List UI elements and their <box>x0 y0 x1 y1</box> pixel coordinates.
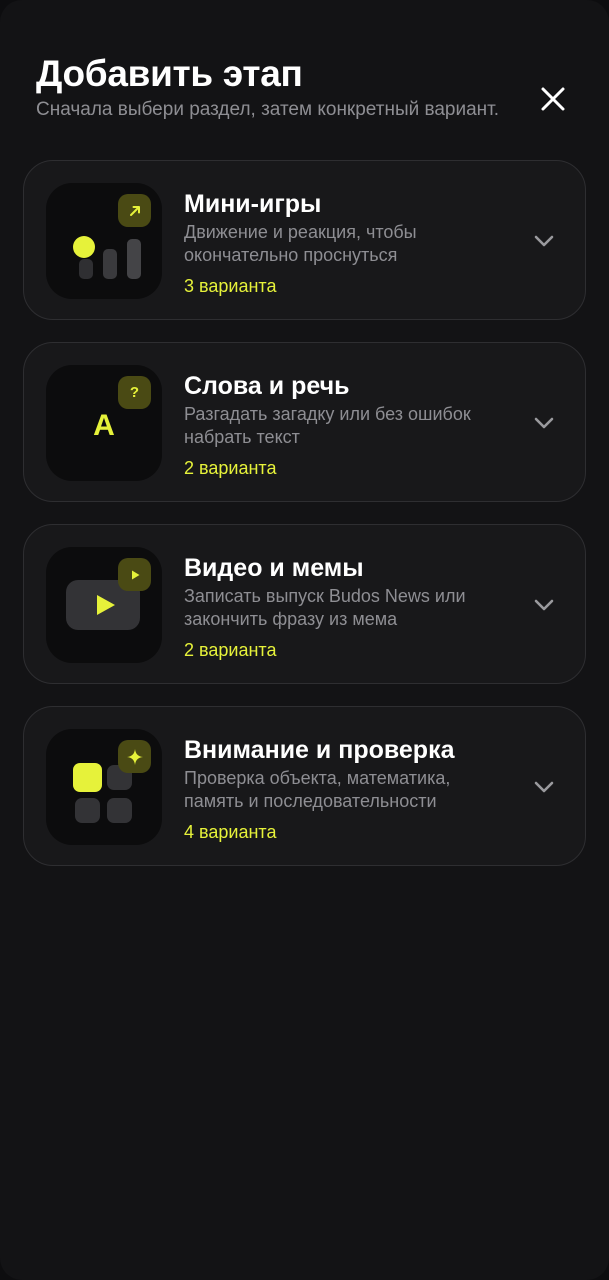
chevron-down-icon <box>534 599 554 611</box>
close-button[interactable] <box>532 78 574 120</box>
category-card-attention-check[interactable]: Внимание и проверка Проверка объекта, ма… <box>23 706 586 866</box>
badge <box>118 740 151 773</box>
badge <box>118 194 151 227</box>
card-text: Видео и мемы Записать выпуск Budos News … <box>184 553 514 661</box>
card-description: Разгадать загадку или без ошибок набрать… <box>184 404 471 447</box>
category-card-video-memes[interactable]: Видео и мемы Записать выпуск Budos News … <box>23 524 586 684</box>
card-title: Внимание и проверка <box>184 736 455 764</box>
card-variant-count: 2 варианта <box>184 640 277 660</box>
page-title: Добавить этап <box>36 53 303 94</box>
icon-letter: A <box>93 409 115 442</box>
grid-squares-icon <box>46 729 162 845</box>
chevron-down-icon <box>534 417 554 429</box>
card-description: Движение и реакция, чтобы окончательно п… <box>184 222 417 265</box>
chevron-down-icon <box>534 781 554 793</box>
arrow-up-right-icon <box>129 205 140 216</box>
card-description: Проверка объекта, математика, память и п… <box>184 768 451 811</box>
expand-button[interactable] <box>531 229 557 253</box>
card-title: Видео и мемы <box>184 554 364 582</box>
mini-games-icon <box>46 183 162 299</box>
chevron-down-icon <box>534 235 554 247</box>
category-card-words-speech[interactable]: A ? Слова и речь Разгадать загадку или б… <box>23 342 586 502</box>
card-title: Слова и речь <box>184 372 350 400</box>
card-title: Мини-игры <box>184 190 322 218</box>
header: Добавить этап Сначала выбери раздел, зат… <box>36 52 506 122</box>
badge <box>118 558 151 591</box>
card-variant-count: 3 варианта <box>184 276 277 296</box>
close-icon <box>541 87 565 111</box>
card-variant-count: 4 варианта <box>184 822 277 842</box>
play-icon <box>131 570 139 579</box>
expand-button[interactable] <box>531 593 557 617</box>
category-card-mini-games[interactable]: Мини-игры Движение и реакция, чтобы окон… <box>23 160 586 320</box>
expand-button[interactable] <box>531 411 557 435</box>
letter-a-icon: A ? <box>46 365 162 481</box>
card-text: Слова и речь Разгадать загадку или без о… <box>184 371 514 479</box>
sparkle-icon <box>126 748 143 765</box>
video-play-icon <box>46 547 162 663</box>
card-text: Мини-игры Движение и реакция, чтобы окон… <box>184 189 514 297</box>
add-stage-sheet: Добавить этап Сначала выбери раздел, зат… <box>0 0 609 1280</box>
page-subtitle: Сначала выбери раздел, затем конкретный … <box>36 99 500 120</box>
category-list: Мини-игры Движение и реакция, чтобы окон… <box>23 160 586 888</box>
badge: ? <box>118 376 151 409</box>
card-description: Записать выпуск Budos News или закончить… <box>184 586 466 629</box>
question-mark-icon: ? <box>129 384 140 401</box>
card-variant-count: 2 варианта <box>184 458 277 478</box>
card-text: Внимание и проверка Проверка объекта, ма… <box>184 735 514 843</box>
expand-button[interactable] <box>531 775 557 799</box>
